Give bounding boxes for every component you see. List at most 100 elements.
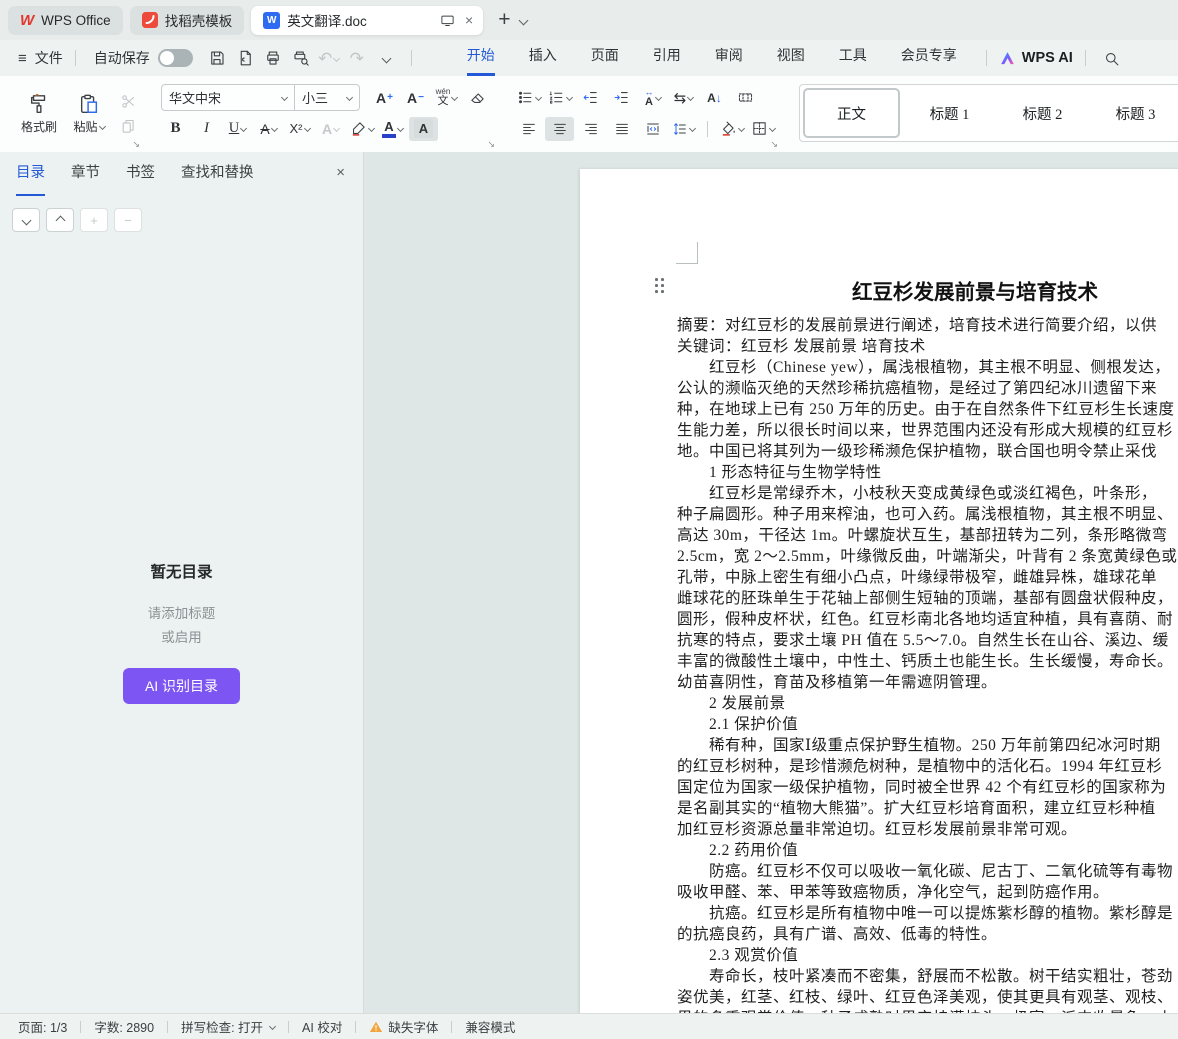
increase-font-button[interactable]: A+ xyxy=(370,86,399,110)
expand-button[interactable]: + xyxy=(80,208,108,232)
document-line[interactable]: 圆形，假种皮杯状，红色。红豆杉南北各地均适宜种植，具有喜荫、耐 xyxy=(677,609,1178,630)
document-line[interactable]: 红豆杉（Chinese yew），属浅根植物，其主根不明显、侧根发达， xyxy=(677,357,1178,378)
document-line[interactable]: 2.5cm，宽 2～2.5mm，叶缘微反曲，叶端渐尖，叶背有 2 条宽黄绿色或 xyxy=(677,546,1178,567)
autosave-toggle[interactable] xyxy=(158,49,193,67)
borders-button[interactable] xyxy=(748,117,777,141)
char-shading-button[interactable]: A xyxy=(409,117,438,141)
tab-list-chevron-icon[interactable] xyxy=(519,15,529,25)
document-line[interactable]: 稀有种，国家Ⅰ级重点保护野生植物。250 万年前第四纪冰河时期 xyxy=(677,735,1178,756)
bullet-list-button[interactable] xyxy=(514,86,543,110)
wps-ai-button[interactable]: WPS AI xyxy=(999,50,1073,67)
document-line[interactable]: 是名副其实的“植物大熊猫”。扩大红豆杉培育面积，建立红豆杉种植 xyxy=(677,798,1178,819)
document-line[interactable]: 加红豆杉资源总量非常迫切。红豆杉发展前景非常可观。 xyxy=(677,819,1178,840)
clear-format-button[interactable] xyxy=(463,86,492,110)
distribute-button[interactable] xyxy=(638,117,667,141)
dialog-launcher-icon[interactable]: ↘ xyxy=(132,139,140,150)
document-line[interactable]: 2 发展前景 xyxy=(677,693,1178,714)
tab-template-store[interactable]: 找稻壳模板 xyxy=(130,6,245,35)
decrease-font-button[interactable]: A− xyxy=(401,86,430,110)
search-button[interactable] xyxy=(1099,45,1125,71)
format-painter-button[interactable]: 格式刷 xyxy=(14,76,64,152)
align-right-button[interactable] xyxy=(576,117,605,141)
document-line[interactable]: 抗癌。红豆杉是所有植物中唯一可以提炼紫杉醇的植物。紫杉醇是 xyxy=(677,903,1178,924)
line-spacing-button[interactable] xyxy=(669,117,698,141)
ai-recognize-outline-button[interactable]: AI 识别目录 xyxy=(123,668,240,704)
document-line[interactable]: 1 形态特征与生物学特性 xyxy=(677,462,1178,483)
menu-tab[interactable]: 视图 xyxy=(777,40,805,76)
document-line[interactable]: 幼苗喜阴性，育苗及移植第一年需遮阴管理。 xyxy=(677,672,1178,693)
text-scale-button[interactable]: ↔A xyxy=(638,86,667,110)
document-line[interactable]: 姿优美，红茎、红枝、绿叶、红豆色泽美观，使其更具有观茎、观枝、 xyxy=(677,987,1178,1008)
collapse-button[interactable]: − xyxy=(114,208,142,232)
file-menu[interactable]: 文件 xyxy=(35,48,63,68)
justify-button[interactable] xyxy=(607,117,636,141)
superscript-button[interactable]: X² xyxy=(285,117,314,141)
align-left-button[interactable] xyxy=(514,117,543,141)
style-item[interactable]: 标题 2 xyxy=(996,85,1089,141)
document-line[interactable]: 2.3 观赏价值 xyxy=(677,945,1178,966)
tab-grid-button[interactable] xyxy=(731,86,760,110)
document-line[interactable]: 种，在地球上已有 250 万年的历史。由于在自然条件下红豆杉生长速度 xyxy=(677,399,1178,420)
menu-tab[interactable]: 审阅 xyxy=(715,40,743,76)
text-wrap-button[interactable]: ⇆ xyxy=(669,86,698,110)
menu-tab[interactable]: 页面 xyxy=(591,40,619,76)
next-heading-button[interactable] xyxy=(12,208,40,232)
document-canvas[interactable]: 红豆杉发展前景与培育技术 摘要：对红豆杉的发展前景进行阐述，培育技术进行简要介绍… xyxy=(364,152,1178,1014)
cut-icon[interactable] xyxy=(120,93,137,110)
document-line[interactable]: 抗寒的特点，要求土壤 PH 值在 5.5～7.0。自然生长在山谷、溪边、缓 xyxy=(677,630,1178,651)
document-line[interactable]: 红豆杉是常绿乔木，小枝秋天变成黄绿色或淡红褐色，叶条形， xyxy=(677,483,1178,504)
underline-button[interactable]: U xyxy=(223,117,252,141)
document-line[interactable]: 雌球花的胚珠单生于花轴上部侧生短轴的顶端，基部有圆盘状假种皮， xyxy=(677,588,1178,609)
main-menu-icon[interactable]: ≡ xyxy=(18,50,27,67)
document-line[interactable]: 吸收甲醛、苯、甲苯等致癌物质，净化空气，起到防癌作用。 xyxy=(677,882,1178,903)
menu-tab[interactable]: 会员专享 xyxy=(901,40,957,76)
missing-font-warning[interactable]: 缺失字体 xyxy=(369,1017,438,1036)
close-sidebar-icon[interactable]: × xyxy=(336,164,345,181)
document-line[interactable]: 关键词：红豆杉 发展前景 培育技术 xyxy=(677,336,1178,357)
print-button[interactable] xyxy=(260,45,286,71)
copy-icon[interactable] xyxy=(120,118,137,135)
numbered-list-button[interactable] xyxy=(545,86,574,110)
menu-tab[interactable]: 开始 xyxy=(467,40,495,76)
menu-tab[interactable]: 引用 xyxy=(653,40,681,76)
document-line[interactable]: 2.2 药用价值 xyxy=(677,840,1178,861)
redo-button[interactable]: ↷ xyxy=(344,45,370,71)
document-line[interactable]: 寿命长，枝叶紧凑而不密集，舒展而不松散。树干结实粗壮，苍劲 xyxy=(677,966,1178,987)
bold-button[interactable]: B xyxy=(161,117,190,141)
tab-current-document[interactable]: W 英文翻译.doc × xyxy=(251,6,483,35)
document-line[interactable]: 生能力差，所以很长时间以来，世界范围内还没有形成大规模的红豆杉 xyxy=(677,420,1178,441)
style-item[interactable]: 标题 1 xyxy=(903,85,996,141)
document-line[interactable]: 摘要：对红豆杉的发展前景进行阐述，培育技术进行简要介绍，以供 xyxy=(677,315,1178,336)
font-color-button[interactable]: A xyxy=(378,117,407,141)
style-item[interactable]: 标题 3 xyxy=(1089,85,1178,141)
compat-mode[interactable]: 兼容模式 xyxy=(465,1017,515,1036)
save-button[interactable] xyxy=(204,45,230,71)
quick-access-chevron[interactable] xyxy=(372,45,398,71)
document-line[interactable]: 高达 30m，干径达 1m。叶螺旋状互生，基部扭转为二列，条形略微弯 xyxy=(677,525,1178,546)
strikethrough-button[interactable]: A xyxy=(254,117,283,141)
document-line[interactable]: 的抗癌良药，具有广谱、高效、低毒的特性。 xyxy=(677,924,1178,945)
tab-wps-office[interactable]: W WPS Office xyxy=(8,6,123,35)
word-count[interactable]: 字数: 2890 xyxy=(94,1017,154,1036)
sidebar-tab[interactable]: 查找和替换 xyxy=(181,153,254,196)
sidebar-tab[interactable]: 书签 xyxy=(126,153,155,196)
font-size-select[interactable]: 小三 xyxy=(295,85,359,110)
document-line[interactable]: 2.1 保护价值 xyxy=(677,714,1178,735)
document-line[interactable]: 孔带，中脉上密生有细小凸点，叶缘绿带极窄，雌雄异株，雄球花单 xyxy=(677,567,1178,588)
align-center-button[interactable] xyxy=(545,117,574,141)
document-title[interactable]: 红豆杉发展前景与培育技术 xyxy=(580,275,1178,305)
spellcheck-status[interactable]: 拼写检查: 打开 xyxy=(181,1017,275,1036)
close-tab-icon[interactable]: × xyxy=(463,12,475,28)
italic-button[interactable]: I xyxy=(192,117,221,141)
document-line[interactable]: 的红豆杉树种，是珍惜濒危树种，是植物中的活化石。1994 年红豆杉 xyxy=(677,756,1178,777)
new-tab-button[interactable]: + xyxy=(498,8,510,32)
document-line[interactable]: 公认的濒临灭绝的天然珍稀抗癌植物，是经过了第四纪冰川遗留下来 xyxy=(677,378,1178,399)
dialog-launcher-icon[interactable]: ↘ xyxy=(487,139,495,150)
sidebar-tab[interactable]: 章节 xyxy=(71,153,100,196)
document-line[interactable]: 种子扁圆形。种子用来榨油，也可入药。属浅根植物，其主根不明显、 xyxy=(677,504,1178,525)
undo-button[interactable]: ↶ xyxy=(316,45,342,71)
document-line[interactable]: 国定位为国家一级保护植物，同时被全世界 42 个有红豆杉的国家称为 xyxy=(677,777,1178,798)
highlight-button[interactable] xyxy=(347,117,376,141)
font-name-select[interactable]: 华文中宋 xyxy=(162,85,295,110)
export-button[interactable] xyxy=(232,45,258,71)
